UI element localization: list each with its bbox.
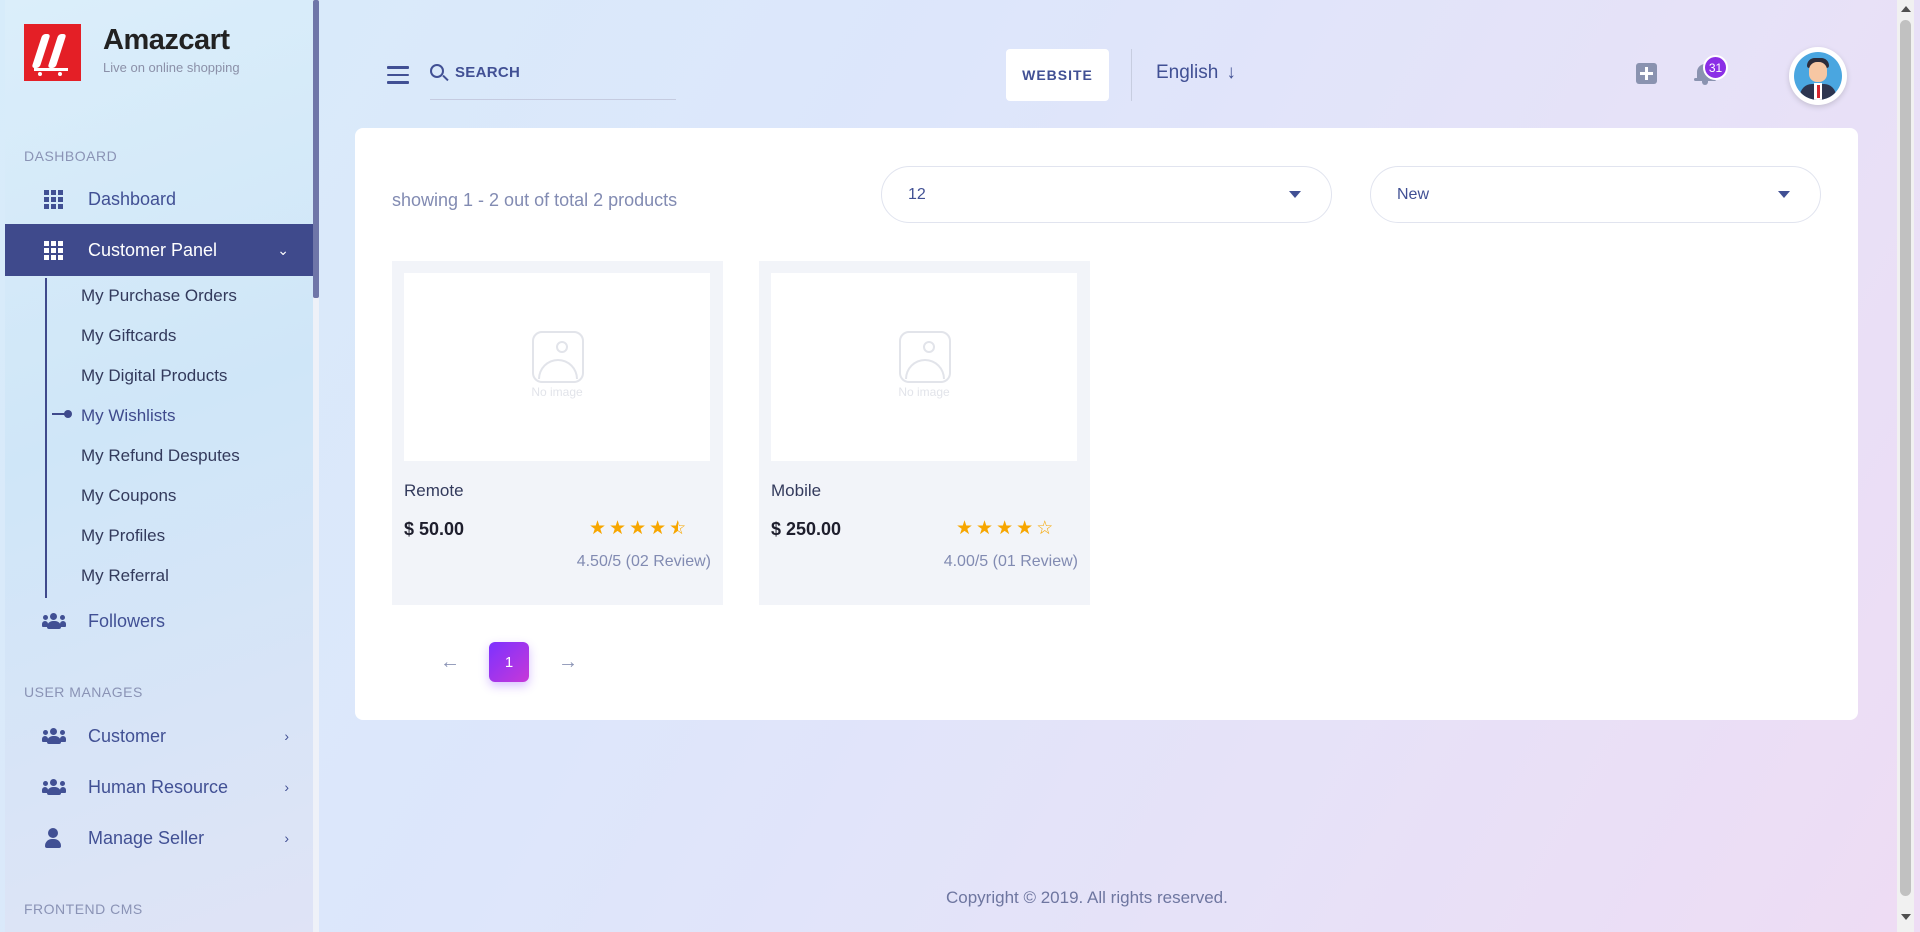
sidebar-item-human-resource[interactable]: Human Resource ›	[5, 761, 313, 813]
grid-icon	[42, 189, 64, 209]
search-bar	[430, 58, 676, 100]
search-input[interactable]	[455, 64, 655, 81]
per-page-value: 12	[908, 185, 926, 203]
sidebar-scrollbar-thumb[interactable]	[313, 0, 319, 298]
product-price: $ 250.00	[771, 519, 842, 539]
star-icon: ★	[996, 518, 1014, 539]
rating-stars: ★ ★ ★ ★ ☆	[956, 517, 1053, 540]
submenu-item-referral[interactable]: My Referral	[81, 566, 169, 586]
star-icon: ★	[956, 518, 974, 539]
product-price: $ 50.00	[404, 519, 465, 539]
brand-name: Amazcart	[103, 24, 230, 56]
product-review-text: 4.00/5 (01 Review)	[943, 553, 1078, 570]
language-label: English	[1156, 62, 1219, 83]
chevron-down-icon: ⌄	[277, 241, 289, 258]
product-image[interactable]: No image	[404, 273, 710, 461]
sort-select[interactable]: New	[1370, 166, 1821, 223]
header-divider	[1131, 49, 1132, 101]
product-card[interactable]: No image Remote $ 50.00 ★★★★ ☆★ 4.50/5 (…	[392, 261, 723, 605]
chevron-right-icon: ›	[284, 728, 289, 744]
submenu-item-wishlists[interactable]: My Wishlists	[81, 406, 175, 426]
brand-tagline: Live on online shopping	[103, 60, 240, 75]
users-icon	[42, 728, 66, 744]
submenu-item-profiles[interactable]: My Profiles	[81, 526, 165, 546]
star-icon: ★	[609, 518, 627, 539]
product-name[interactable]: Remote	[404, 481, 464, 501]
website-button[interactable]: WEBSITE	[1006, 49, 1109, 101]
sidebar-item-customer[interactable]: Customer ›	[5, 710, 313, 762]
caret-down-icon	[1289, 191, 1301, 198]
sidebar: Amazcart Live on online shopping DASHBOA…	[5, 0, 313, 932]
search-icon	[430, 64, 450, 84]
page-scrollbar[interactable]	[1897, 0, 1914, 932]
star-icon: ★	[589, 518, 607, 539]
star-icon: ★	[649, 518, 667, 539]
image-placeholder-icon	[899, 331, 951, 383]
product-name[interactable]: Mobile	[771, 481, 821, 501]
sidebar-item-label: Followers	[88, 610, 166, 631]
section-title-frontend-cms: FRONTEND CMS	[24, 901, 143, 917]
submenu-item-refund-disputes[interactable]: My Refund Desputes	[81, 446, 240, 466]
page-number-button[interactable]: 1	[489, 642, 529, 682]
customer-panel-submenu: My Purchase Orders My Giftcards My Digit…	[45, 278, 305, 598]
no-image-label: No image	[531, 385, 583, 399]
star-empty-icon: ☆	[1036, 518, 1054, 539]
sidebar-item-label: Customer Panel	[88, 239, 218, 260]
star-half-icon: ☆★	[669, 518, 687, 539]
star-icon: ★	[976, 518, 994, 539]
sidebar-item-label: Dashboard	[88, 188, 177, 209]
star-icon: ★	[629, 518, 647, 539]
footer-copyright: Copyright © 2019. All rights reserved.	[946, 888, 1228, 907]
sidebar-scrollbar[interactable]	[313, 0, 319, 932]
image-placeholder-icon	[532, 331, 584, 383]
arrow-down-icon: ↓	[1226, 62, 1236, 83]
no-image-label: No image	[898, 385, 950, 399]
page-scrollbar-thumb[interactable]	[1900, 20, 1911, 896]
sort-value: New	[1397, 185, 1430, 203]
scroll-up-icon[interactable]	[1901, 6, 1911, 12]
per-page-select[interactable]: 12	[881, 166, 1332, 223]
users-icon	[42, 613, 66, 629]
grid-icon	[42, 240, 64, 260]
user-icon	[42, 828, 64, 848]
notification-badge: 31	[1703, 55, 1728, 80]
wishlist-card: showing 1 - 2 out of total 2 products 12…	[355, 128, 1858, 720]
sidebar-item-label: Human Resource	[88, 776, 229, 797]
rating-stars: ★★★★ ☆★	[589, 517, 686, 540]
star-icon: ★	[1016, 518, 1034, 539]
next-page-button[interactable]: →	[553, 651, 583, 674]
menu-toggle-icon[interactable]	[387, 66, 409, 84]
brand-logo	[24, 24, 81, 81]
sidebar-item-label: Manage Seller	[88, 827, 205, 848]
brand[interactable]: Amazcart Live on online shopping	[24, 24, 240, 81]
sidebar-item-dashboard[interactable]: Dashboard	[5, 173, 313, 225]
sidebar-item-followers[interactable]: Followers	[5, 595, 313, 647]
product-review-text: 4.50/5 (02 Review)	[576, 553, 711, 570]
chevron-right-icon: ›	[284, 830, 289, 846]
active-submenu-dot	[64, 410, 72, 418]
users-icon	[42, 779, 66, 795]
sidebar-item-customer-panel[interactable]: Customer Panel ⌄	[5, 224, 313, 276]
product-card[interactable]: No image Mobile $ 250.00 ★ ★ ★ ★ ☆ 4.00/5 (…	[759, 261, 1090, 605]
scroll-down-icon[interactable]	[1901, 914, 1911, 920]
add-icon[interactable]	[1636, 63, 1657, 84]
sidebar-item-label: Customer	[88, 725, 167, 746]
submenu-item-digital-products[interactable]: My Digital Products	[81, 366, 227, 386]
section-title-user-manages: USER MANAGES	[24, 684, 143, 700]
language-selector[interactable]: English ↓	[1156, 62, 1236, 84]
submenu-item-giftcards[interactable]: My Giftcards	[81, 326, 176, 346]
product-image[interactable]: No image	[771, 273, 1077, 461]
prev-page-button[interactable]: ←	[435, 651, 465, 674]
sidebar-item-manage-seller[interactable]: Manage Seller ›	[5, 812, 313, 864]
submenu-item-purchase-orders[interactable]: My Purchase Orders	[81, 286, 237, 306]
section-title-dashboard: DASHBOARD	[24, 148, 118, 164]
showing-count-text: showing 1 - 2 out of total 2 products	[392, 190, 678, 210]
chevron-right-icon: ›	[284, 779, 289, 795]
pagination: ← 1 →	[435, 642, 583, 682]
caret-down-icon	[1778, 191, 1790, 198]
avatar[interactable]	[1789, 47, 1847, 105]
submenu-item-coupons[interactable]: My Coupons	[81, 486, 176, 506]
